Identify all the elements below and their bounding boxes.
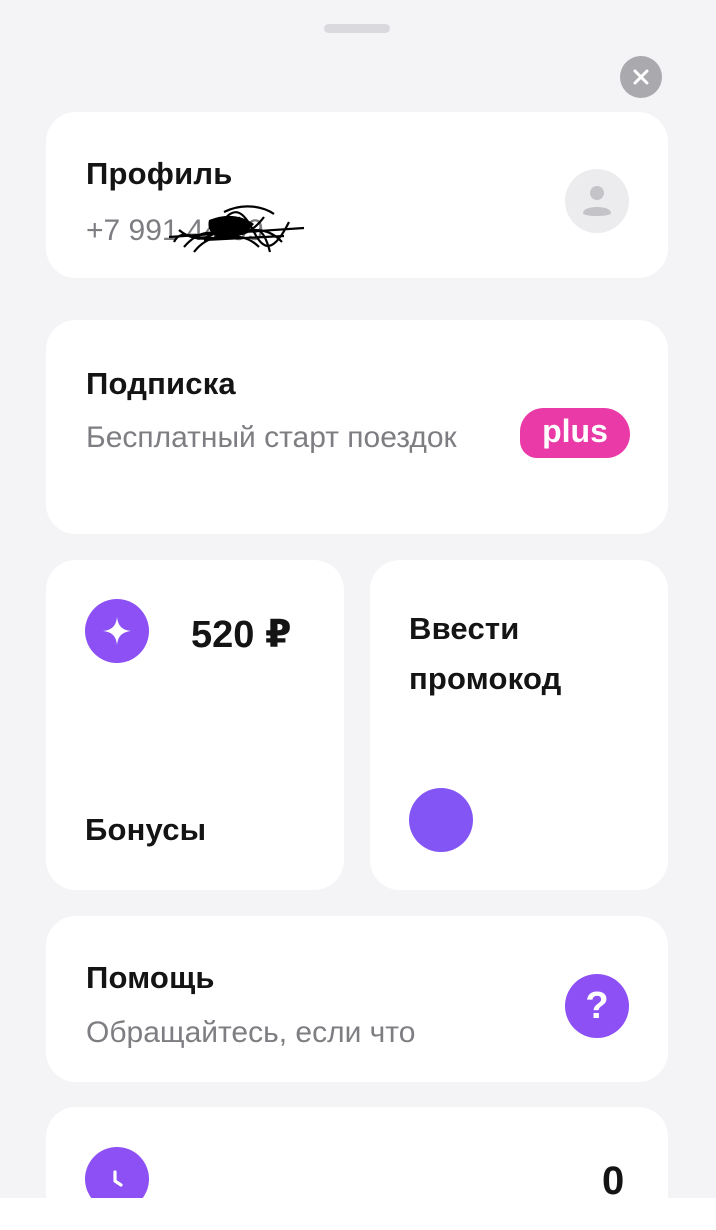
promo-icon [409,788,473,852]
promo-title: Ввести промокод [409,611,562,696]
bottom-bar [0,1198,716,1230]
profile-card[interactable]: Профиль +7 991 44-09 [46,112,668,278]
plus-badge: plus [520,408,630,458]
redaction-scribble [168,205,305,253]
user-icon [583,186,611,216]
clock-icon [113,1170,123,1187]
subscription-subtitle: Бесплатный старт поездок [86,421,457,454]
bonus-amount: 520 ₽ [191,614,292,656]
sheet-drag-handle[interactable] [324,24,390,33]
history-count: 0 [602,1159,625,1200]
close-icon [633,69,649,85]
close-button[interactable] [620,56,662,98]
avatar [565,169,629,233]
subscription-card[interactable]: Подписка Бесплатный старт поездок plus [46,320,668,534]
bonuses-card[interactable]: 520 ₽ Бонусы [46,560,344,890]
bonuses-title: Бонусы [85,812,207,847]
promo-card[interactable]: Ввести промокод [370,560,668,890]
help-subtitle: Обращайтесь, если что [86,1016,416,1049]
help-card[interactable]: Помощь Обращайтесь, если что ? [46,916,668,1082]
bonus-badge [85,599,149,663]
subscription-title: Подписка [86,366,236,401]
history-card[interactable]: 0 [46,1107,668,1200]
sparkle-icon [103,617,131,645]
history-badge [85,1147,149,1200]
bottom-sheet: Профиль +7 991 44-09 Подписка Бесплатный… [0,0,716,1200]
question-icon: ? [565,974,629,1038]
profile-title: Профиль [86,156,233,191]
help-title: Помощь [86,960,215,995]
